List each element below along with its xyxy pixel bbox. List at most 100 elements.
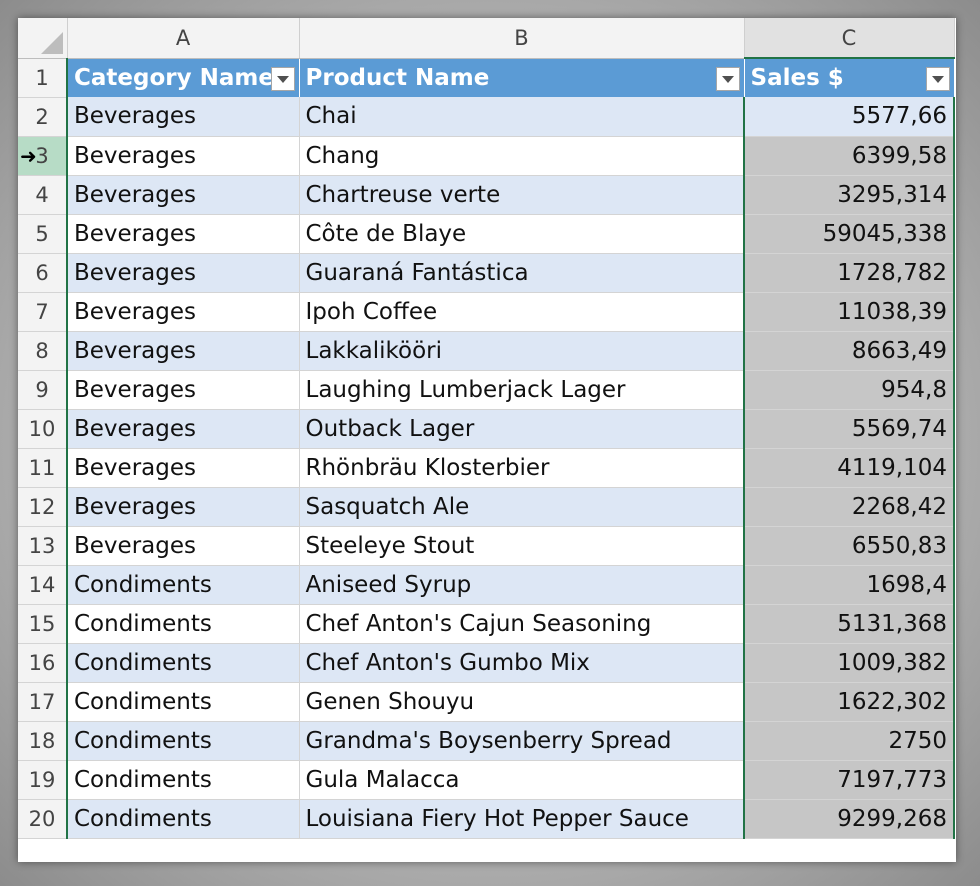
- cell-sales[interactable]: 5577,66: [743, 97, 955, 137]
- cell-category[interactable]: Beverages: [66, 487, 300, 527]
- cell-sales[interactable]: 2268,42: [743, 487, 955, 527]
- row-header[interactable]: 5: [18, 214, 68, 254]
- row-header[interactable]: 2: [18, 97, 68, 137]
- cell-product[interactable]: Genen Shouyu: [299, 682, 745, 722]
- cell-category[interactable]: Beverages: [66, 253, 300, 293]
- screenshot-frame: A B C 1 Category Name Product Name Sales…: [0, 0, 980, 886]
- cell-product[interactable]: Lakkalikööri: [299, 331, 745, 371]
- table-row: 17 Condiments Genen Shouyu 1622,302: [18, 682, 955, 722]
- cell-product[interactable]: Chai: [299, 97, 745, 137]
- cell-product[interactable]: Guaraná Fantástica: [299, 253, 745, 293]
- column-header-a[interactable]: A: [67, 18, 300, 59]
- cell-product[interactable]: Steeleye Stout: [299, 526, 745, 566]
- cell-product[interactable]: Ipoh Coffee: [299, 292, 745, 332]
- cell-sales[interactable]: 2750: [743, 721, 955, 761]
- cell-product[interactable]: Rhönbräu Klosterbier: [299, 448, 745, 488]
- cell-category[interactable]: Beverages: [66, 136, 300, 176]
- row-header[interactable]: 19: [18, 760, 68, 800]
- table-header-category[interactable]: Category Name: [66, 58, 300, 97]
- cell-category[interactable]: Condiments: [66, 682, 300, 722]
- cell-category[interactable]: Beverages: [66, 97, 300, 137]
- row-header[interactable]: 7: [18, 292, 68, 332]
- cell-category[interactable]: Beverages: [66, 409, 300, 449]
- cell-sales[interactable]: 1622,302: [743, 682, 955, 722]
- row-header[interactable]: 10: [18, 409, 68, 449]
- cell-category[interactable]: Condiments: [66, 643, 300, 683]
- table-row: 4 Beverages Chartreuse verte 3295,314: [18, 175, 955, 215]
- table-row: 3 ➜ Beverages Chang 6399,58: [18, 136, 955, 176]
- cell-category[interactable]: Condiments: [66, 760, 300, 800]
- cell-category[interactable]: Condiments: [66, 721, 300, 761]
- filter-dropdown-icon[interactable]: [925, 67, 950, 91]
- cell-product[interactable]: Chartreuse verte: [299, 175, 745, 215]
- column-header-b[interactable]: B: [299, 18, 745, 59]
- cell-sales[interactable]: 8663,49: [743, 331, 955, 371]
- cell-category[interactable]: Beverages: [66, 448, 300, 488]
- table-row: 16 Condiments Chef Anton's Gumbo Mix 1009,3…: [18, 643, 955, 683]
- cell-category[interactable]: Beverages: [66, 175, 300, 215]
- table-row: 5 Beverages Côte de Blaye 59045,338: [18, 214, 955, 254]
- cell-sales[interactable]: 5569,74: [743, 409, 955, 449]
- filter-dropdown-icon[interactable]: [715, 66, 740, 91]
- cell-product[interactable]: Chef Anton's Cajun Seasoning: [299, 604, 745, 644]
- cell-sales[interactable]: 3295,314: [743, 175, 955, 215]
- row-header[interactable]: 18: [18, 721, 68, 761]
- table-row: 14 Condiments Aniseed Syrup 1698,4: [18, 565, 955, 605]
- table-header-sales[interactable]: Sales $: [744, 58, 955, 97]
- row-header[interactable]: 3 ➜: [18, 136, 68, 176]
- row-header[interactable]: 8: [18, 331, 68, 371]
- cell-sales[interactable]: 5131,368: [743, 604, 955, 644]
- row-header[interactable]: 12: [18, 487, 68, 527]
- row-header[interactable]: 14: [18, 565, 68, 605]
- cell-sales[interactable]: 7197,773: [743, 760, 955, 800]
- cell-sales[interactable]: 4119,104: [743, 448, 955, 488]
- cell-category[interactable]: Beverages: [66, 331, 300, 371]
- cell-product[interactable]: Laughing Lumberjack Lager: [299, 370, 745, 410]
- row-header[interactable]: 6: [18, 253, 68, 293]
- cell-product[interactable]: Gula Malacca: [299, 760, 745, 800]
- cell-sales[interactable]: 1698,4: [743, 565, 955, 605]
- cell-product[interactable]: Louisiana Fiery Hot Pepper Sauce: [299, 799, 745, 839]
- row-header[interactable]: 16: [18, 643, 68, 683]
- cell-category[interactable]: Beverages: [66, 370, 300, 410]
- cell-product[interactable]: Côte de Blaye: [299, 214, 745, 254]
- cell-product[interactable]: Grandma's Boysenberry Spread: [299, 721, 745, 761]
- column-header-c[interactable]: C: [744, 18, 955, 59]
- cell-sales[interactable]: 9299,268: [743, 799, 955, 839]
- cell-sales[interactable]: 6550,83: [743, 526, 955, 566]
- cell-sales[interactable]: 59045,338: [743, 214, 955, 254]
- cell-sales[interactable]: 11038,39: [743, 292, 955, 332]
- select-all-triangle-icon: [40, 31, 63, 54]
- cell-sales[interactable]: 6399,58: [743, 136, 955, 176]
- cell-sales[interactable]: 1009,382: [743, 643, 955, 683]
- cell-product[interactable]: Chef Anton's Gumbo Mix: [299, 643, 745, 683]
- table-row: 7 Beverages Ipoh Coffee 11038,39: [18, 292, 955, 332]
- table-row: 8 Beverages Lakkalikööri 8663,49: [18, 331, 955, 371]
- table-header-product[interactable]: Product Name: [299, 58, 745, 97]
- row-header[interactable]: 20: [18, 799, 68, 839]
- cell-category[interactable]: Condiments: [66, 799, 300, 839]
- cell-category[interactable]: Beverages: [66, 214, 300, 254]
- cell-product[interactable]: Chang: [299, 136, 745, 176]
- row-header[interactable]: 1: [18, 58, 68, 98]
- row-header[interactable]: 17: [18, 682, 68, 722]
- worksheet: A B C 1 Category Name Product Name Sales…: [18, 18, 956, 862]
- row-header[interactable]: 11: [18, 448, 68, 488]
- cell-category[interactable]: Condiments: [66, 565, 300, 605]
- cell-product[interactable]: Sasquatch Ale: [299, 487, 745, 527]
- cell-category[interactable]: Condiments: [66, 604, 300, 644]
- filter-dropdown-icon[interactable]: [270, 66, 295, 91]
- cell-category[interactable]: Beverages: [66, 526, 300, 566]
- move-arrow-icon: ➜: [20, 143, 37, 168]
- row-header[interactable]: 4: [18, 175, 68, 215]
- select-all-button[interactable]: [18, 18, 68, 59]
- row-header[interactable]: 15: [18, 604, 68, 644]
- cell-product[interactable]: Aniseed Syrup: [299, 565, 745, 605]
- cell-product[interactable]: Outback Lager: [299, 409, 745, 449]
- row-header[interactable]: 9: [18, 370, 68, 410]
- row-header[interactable]: 13: [18, 526, 68, 566]
- cell-category[interactable]: Beverages: [66, 292, 300, 332]
- cell-sales[interactable]: 1728,782: [743, 253, 955, 293]
- table-row: 20 Condiments Louisiana Fiery Hot Pepper S…: [18, 799, 955, 839]
- cell-sales[interactable]: 954,8: [743, 370, 955, 410]
